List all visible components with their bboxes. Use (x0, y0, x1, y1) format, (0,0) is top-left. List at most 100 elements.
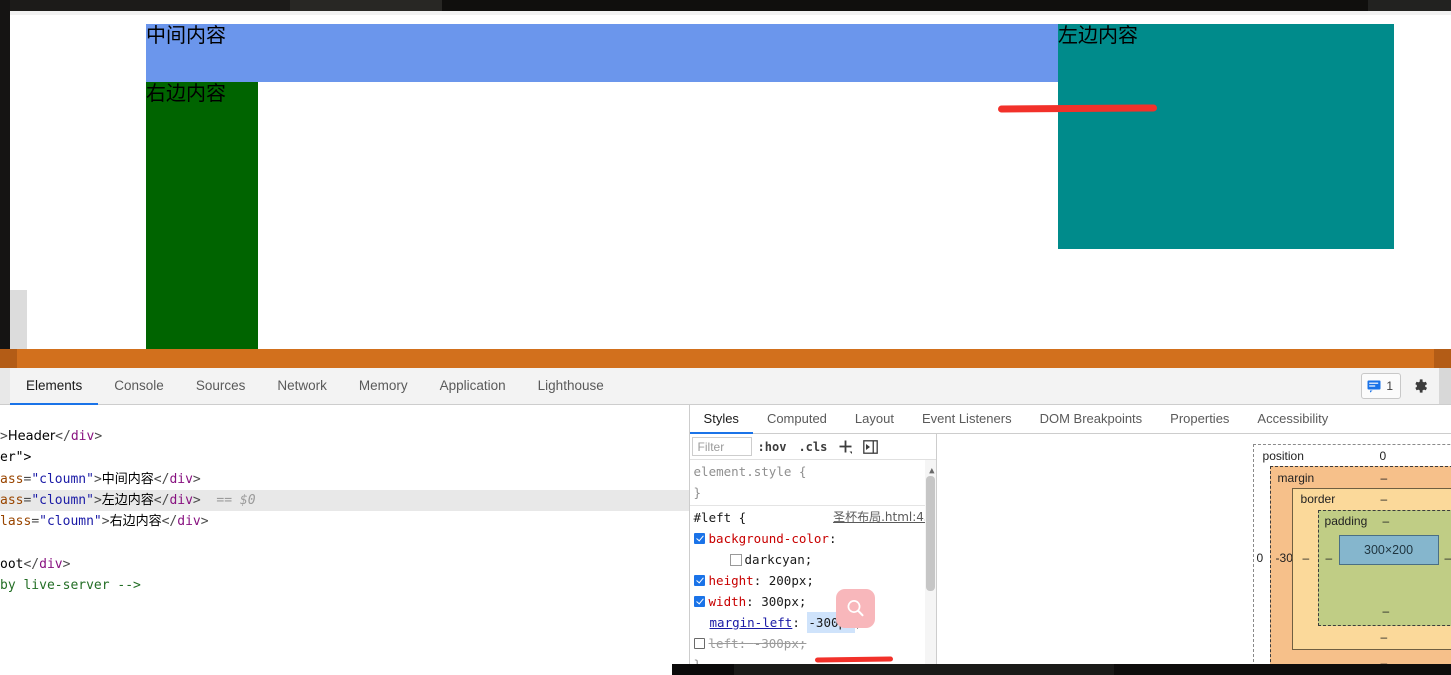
box-model-padding-top[interactable]: – (1383, 514, 1390, 528)
sidebar-tabs: Styles Computed Layout Event Listeners D… (689, 405, 1451, 434)
message-icon (1367, 380, 1381, 393)
page-viewport: 中间内容 左边内容 右边内容 (10, 11, 1451, 349)
dom-line-selected[interactable]: ass="cloumn">左边内容</div> == $0 (0, 489, 689, 512)
declaration-property[interactable]: width (709, 591, 747, 612)
tab-computed[interactable]: Computed (753, 405, 841, 434)
declaration-left-disabled[interactable]: left: -300px; (693, 633, 936, 654)
tab-sources[interactable]: Sources (180, 368, 262, 405)
box-model-margin-bottom[interactable]: – (1381, 656, 1388, 664)
tab-styles-label: Styles (703, 411, 739, 426)
tab-styles[interactable]: Styles (689, 405, 753, 434)
tab-elements[interactable]: Elements (10, 368, 99, 405)
orange-bar-right-cap (1434, 349, 1451, 368)
column-right: 右边内容 (146, 82, 258, 349)
devtools-toolbar-scrollpad (1439, 368, 1451, 404)
box-model-position-label: position (1262, 449, 1304, 463)
dom-tree-pane[interactable]: >Header</div> er"> ass="cloumn">中间内容</di… (0, 405, 689, 664)
dom-line[interactable]: er"> (0, 447, 689, 468)
computed-sidebar-toggle-button[interactable] (858, 439, 883, 454)
rule-left-header: 圣杯布局.html:45 #left { (694, 507, 936, 528)
declaration-background-color[interactable]: background-color: (693, 528, 936, 549)
dom-line[interactable]: by live-server --> (0, 575, 689, 596)
dom-line[interactable]: lass="cloumn">右边内容</div> (0, 511, 689, 532)
styles-scrollbar-thumb[interactable] (925, 476, 935, 591)
box-model-diagram[interactable]: position 0 0 0 margin – -300 – – border … (1252, 444, 1451, 664)
declaration-value[interactable]: -300px (754, 633, 799, 654)
dom-line[interactable]: >Header</div> (0, 426, 689, 447)
declaration-value[interactable]: 300px (761, 591, 799, 612)
color-swatch[interactable] (729, 553, 742, 566)
styles-filter-input[interactable]: Filter (691, 437, 752, 456)
hov-button[interactable]: :hov (752, 440, 793, 454)
box-model-position-left[interactable]: 0 (1257, 551, 1264, 565)
declaration-checkbox[interactable] (693, 596, 705, 607)
column-right-label: 右边内容 (146, 81, 226, 105)
tab-application-label: Application (439, 378, 506, 393)
styles-rules-list[interactable]: element.style { } 圣杯布局.html:45 #left { b… (689, 460, 936, 664)
box-model-margin-top[interactable]: – (1381, 471, 1388, 485)
dom-line[interactable] (0, 532, 689, 553)
declaration-checkbox[interactable] (693, 575, 705, 586)
declaration-margin-left[interactable]: margin-left: -300px; (694, 612, 936, 633)
styles-rules-column: Filter :hov .cls element.style {} 圣杯布局.… (689, 434, 937, 664)
hov-label: :hov (757, 439, 787, 454)
styles-filter-placeholder: Filter (697, 439, 725, 454)
tab-computed-label: Computed (766, 411, 827, 426)
declaration-checkbox[interactable] (693, 638, 705, 649)
rule-source-link[interactable]: 圣杯布局.html:45 (833, 507, 931, 528)
declaration-property[interactable]: height (709, 570, 754, 591)
chrome-segment-c (1368, 0, 1451, 11)
declaration-property[interactable]: background-color (709, 528, 829, 549)
box-model-padding-right[interactable]: – (1445, 551, 1451, 565)
devtools-body: >Header</div> er"> ass="cloumn">中间内容</di… (0, 405, 1451, 664)
page-vertical-scrollbar[interactable] (10, 290, 27, 349)
tab-layout[interactable]: Layout (841, 405, 908, 434)
declaration-value[interactable]: 200px (769, 570, 807, 591)
box-model-content-box[interactable]: 300×200 (1338, 535, 1439, 565)
tab-memory[interactable]: Memory (343, 368, 424, 405)
column-left-label: 左边内容 (1058, 23, 1138, 47)
tab-event-listeners-label: Event Listeners (921, 411, 1012, 426)
declaration-semicolon: ; (798, 636, 807, 651)
tab-application[interactable]: Application (424, 368, 522, 405)
declaration-property[interactable]: margin-left (710, 612, 793, 633)
declaration-value[interactable]: darkcyan (745, 549, 805, 570)
devtools-main-tabs: Elements Console Sources Network Memory … (10, 368, 620, 405)
rule-left[interactable]: 圣杯布局.html:45 #left { background-color: d… (690, 506, 936, 664)
styles-scrollbar[interactable]: ▲ (924, 460, 936, 664)
tab-properties[interactable]: Properties (1156, 405, 1243, 434)
tab-console[interactable]: Console (98, 368, 180, 405)
tab-event-listeners[interactable]: Event Listeners (908, 405, 1026, 434)
declaration-background-color-value[interactable]: darkcyan; (694, 549, 936, 570)
box-model-padding-bottom[interactable]: – (1383, 604, 1390, 618)
declaration-width[interactable]: width: 300px; (693, 591, 936, 612)
box-model-border-top[interactable]: – (1381, 492, 1388, 506)
plus-icon (839, 440, 853, 454)
new-style-rule-button[interactable] (833, 439, 858, 454)
dom-line[interactable]: oot</div> (0, 554, 689, 575)
box-model-border-left[interactable]: – (1303, 551, 1310, 565)
box-model-border-bottom[interactable]: – (1381, 630, 1388, 644)
tab-dom-breakpoints[interactable]: DOM Breakpoints (1026, 405, 1157, 434)
message-count-button[interactable]: 1 (1361, 373, 1401, 399)
declaration-height[interactable]: height: 200px; (693, 570, 936, 591)
tab-console-label: Console (114, 378, 164, 393)
rule-element-style[interactable]: element.style { } (689, 460, 936, 506)
chrome-segment-b (290, 0, 442, 11)
element-style-close: } (693, 485, 702, 500)
tab-properties-label: Properties (1170, 411, 1230, 426)
tab-accessibility[interactable]: Accessibility (1243, 405, 1342, 434)
devtools-dock-stub[interactable] (0, 368, 10, 404)
tab-network[interactable]: Network (261, 368, 343, 405)
declaration-property[interactable]: left (709, 633, 739, 654)
cls-button[interactable]: .cls (792, 440, 833, 454)
tab-accessibility-label: Accessibility (1257, 411, 1329, 426)
box-model-position-top[interactable]: 0 (1380, 449, 1387, 463)
box-model-padding-left[interactable]: – (1326, 551, 1333, 565)
declaration-checkbox[interactable] (693, 533, 705, 544)
tab-lighthouse[interactable]: Lighthouse (522, 368, 620, 405)
dom-line[interactable]: ass="cloumn">中间内容</div> (0, 469, 689, 490)
rule-selector[interactable]: #left { (694, 510, 747, 525)
magnifier-icon (847, 600, 864, 617)
gear-icon[interactable] (1411, 377, 1429, 395)
